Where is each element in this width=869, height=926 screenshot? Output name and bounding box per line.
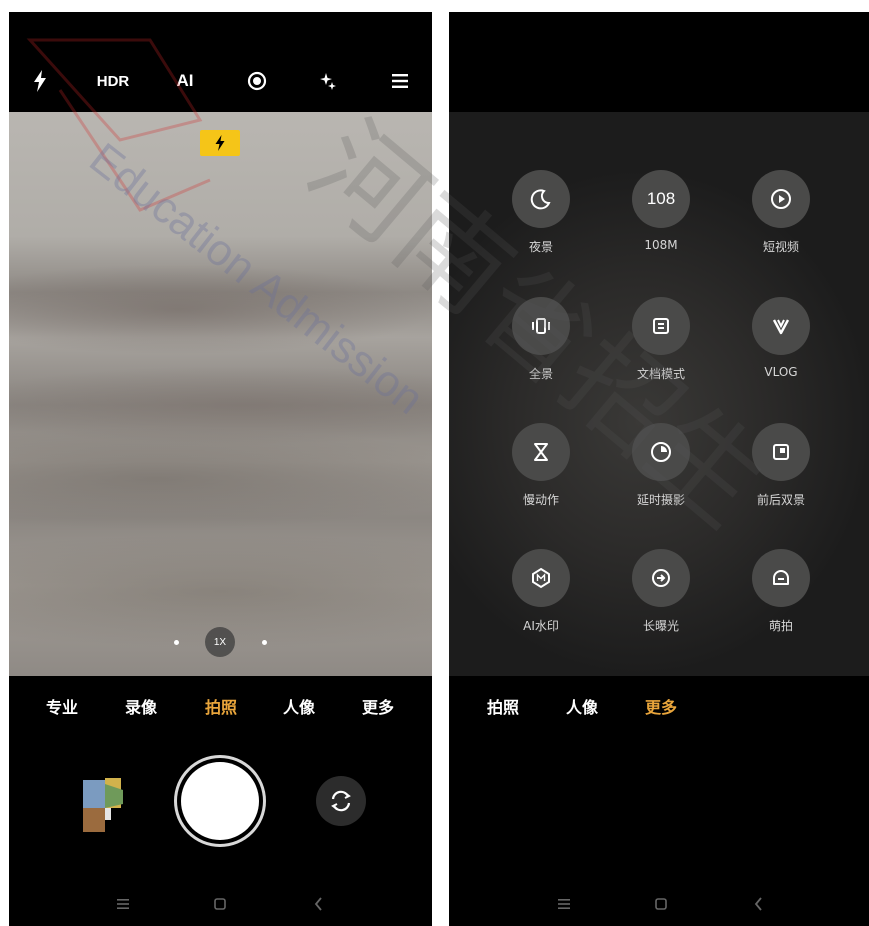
mode-dual-view[interactable]: 前后双景 [726, 423, 836, 508]
mode-label: 全景 [528, 367, 553, 381]
beauty-filter-icon[interactable] [316, 69, 340, 93]
mode-ai-watermark[interactable]: AI水印 [486, 549, 596, 634]
mode-label: 延时摄影 [636, 493, 685, 507]
mode-tab-portrait[interactable]: 人像 [566, 694, 598, 718]
home-icon[interactable] [651, 894, 671, 914]
menu-icon[interactable] [388, 69, 412, 93]
ai-toggle[interactable]: AI [171, 69, 199, 93]
mode-label: 短视频 [762, 240, 799, 254]
mode-label: 夜景 [528, 240, 553, 254]
moon-icon [512, 170, 570, 228]
camera-mode-bar: 专业 录像 拍照 人像 更多 [9, 694, 432, 724]
mode-label: 108M [644, 238, 678, 252]
dual-view-icon [752, 423, 810, 481]
timelapse-icon [632, 423, 690, 481]
play-icon [752, 170, 810, 228]
cute-face-icon [752, 549, 810, 607]
camera-screen-left: HDR AI 1X 专业 录像 拍照 人像 更多 [9, 12, 432, 926]
mode-night[interactable]: 夜景 [486, 170, 596, 255]
flash-icon[interactable] [29, 69, 51, 93]
mode-slow-motion[interactable]: 慢动作 [486, 423, 596, 508]
mode-tab-photo[interactable]: 拍照 [487, 694, 519, 718]
mode-long-exposure[interactable]: 长曝光 [606, 549, 716, 634]
mode-label: VLOG [764, 365, 798, 379]
mode-label: AI水印 [523, 619, 559, 633]
mode-tab-video[interactable]: 录像 [125, 694, 157, 718]
camera-screen-right: 夜景 108 108M 短视频 全景 文档模式 VLOG 慢动作 延时摄影 前后… [449, 12, 869, 926]
mode-short-video[interactable]: 短视频 [726, 170, 836, 255]
mode-label: 慢动作 [522, 493, 559, 507]
mode-panorama[interactable]: 全景 [486, 297, 596, 382]
mode-label: 文档模式 [636, 367, 685, 381]
camera-viewfinder[interactable]: 1X [9, 112, 432, 676]
mode-timelapse[interactable]: 延时摄影 [606, 423, 716, 508]
mode-label: 萌拍 [768, 619, 793, 633]
mode-tab-pro[interactable]: 专业 [46, 694, 78, 718]
zoom-dot[interactable] [262, 640, 267, 645]
mode-label: 前后双景 [756, 493, 805, 507]
flash-on-badge [200, 130, 240, 156]
mode-108m[interactable]: 108 108M [606, 170, 716, 252]
more-modes-panel: 夜景 108 108M 短视频 全景 文档模式 VLOG 慢动作 延时摄影 前后… [449, 112, 869, 676]
mode-document[interactable]: 文档模式 [606, 297, 716, 382]
zoom-dot[interactable] [174, 640, 179, 645]
switch-camera-icon[interactable] [316, 776, 366, 826]
mode-tab-portrait[interactable]: 人像 [283, 694, 315, 718]
back-icon[interactable] [749, 894, 769, 914]
back-icon[interactable] [309, 894, 329, 914]
recent-apps-icon[interactable] [113, 894, 133, 914]
panorama-icon [512, 297, 570, 355]
live-photo-icon[interactable] [245, 69, 269, 93]
ai-watermark-icon [512, 549, 570, 607]
mode-tab-photo[interactable]: 拍照 [205, 694, 237, 718]
zoom-button[interactable]: 1X [205, 627, 235, 657]
mode-vlog[interactable]: VLOG [726, 297, 836, 379]
mode-label: 长曝光 [642, 619, 679, 633]
108-icon: 108 [632, 170, 690, 228]
mode-tab-more[interactable]: 更多 [362, 694, 394, 718]
hdr-toggle[interactable]: HDR [93, 69, 133, 93]
hourglass-icon [512, 423, 570, 481]
mode-cute[interactable]: 萌拍 [726, 549, 836, 634]
home-icon[interactable] [210, 894, 230, 914]
shutter-button[interactable] [181, 762, 259, 840]
camera-mode-bar: 拍照 人像 更多 [449, 694, 869, 724]
recent-apps-icon[interactable] [554, 894, 574, 914]
vlog-icon [752, 297, 810, 355]
document-icon [632, 297, 690, 355]
system-nav-bar [9, 894, 432, 914]
gallery-thumbnail[interactable] [81, 774, 127, 834]
long-exposure-icon [632, 549, 690, 607]
mode-tab-more[interactable]: 更多 [645, 694, 677, 718]
camera-top-bar: HDR AI [9, 12, 432, 112]
system-nav-bar [449, 894, 869, 914]
